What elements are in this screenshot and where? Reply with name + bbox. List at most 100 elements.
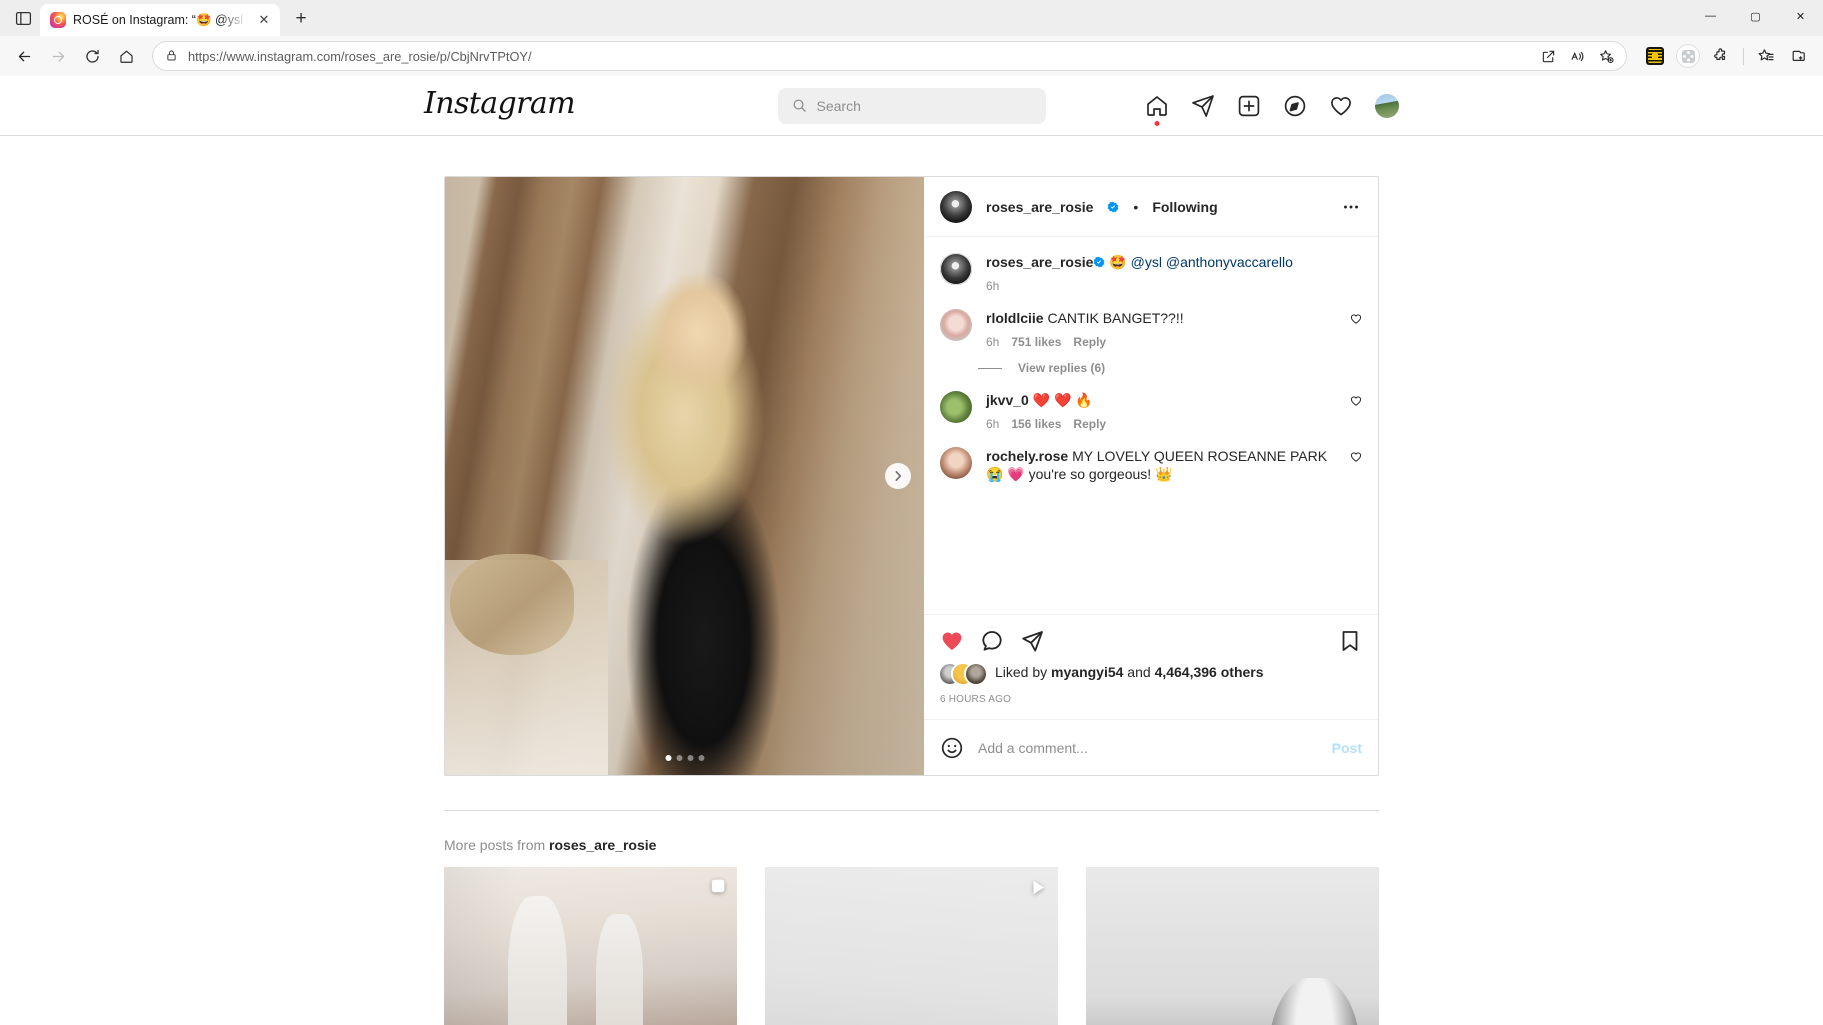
header-separator: • [1133, 198, 1139, 215]
refresh-button[interactable] [76, 40, 108, 72]
more-posts-username[interactable]: roses_are_rosie [549, 837, 656, 853]
back-button[interactable] [8, 40, 40, 72]
verified-badge-icon [1093, 256, 1105, 268]
comment-author-avatar[interactable] [940, 309, 972, 341]
comment-meta: 6h 156 likes Reply [986, 417, 1336, 431]
browser-toolbar: https://www.instagram.com/roses_are_rosi… [0, 36, 1823, 76]
comment-time: 6h [986, 335, 1000, 349]
post-thumbnail[interactable] [1086, 867, 1379, 1025]
comment-likes-count[interactable]: 751 likes [1011, 335, 1061, 349]
tab-title: ROSÉ on Instagram: “🤩 @ysl @ [73, 13, 247, 27]
caption-mention-ysl[interactable]: @ysl [1131, 254, 1162, 270]
tab-search-icon[interactable] [6, 1, 40, 35]
comment-author-avatar[interactable] [940, 391, 972, 423]
comment-username[interactable]: rochely.rose [986, 448, 1068, 464]
post-sidebar: roses_are_rosie • Following roses_are_ro… [924, 177, 1378, 775]
more-posts-section: More posts from roses_are_rosie [444, 810, 1379, 1025]
comment-time: 6h [986, 417, 1000, 431]
post-author-username[interactable]: roses_are_rosie [986, 199, 1093, 215]
post-more-options-button[interactable] [1340, 196, 1362, 218]
comment-likes-count[interactable]: 156 likes [1011, 417, 1061, 431]
window-controls: — ▢ ✕ [1688, 0, 1823, 36]
window-close-button[interactable]: ✕ [1778, 0, 1823, 32]
carousel-dot[interactable] [676, 755, 682, 761]
collections-icon[interactable] [1783, 40, 1815, 72]
save-icon[interactable] [1338, 629, 1362, 653]
browser-tab[interactable]: ROSÉ on Instagram: “🤩 @ysl @ ✕ [40, 4, 280, 36]
post-thumbnail[interactable] [444, 867, 737, 1025]
window-minimize-button[interactable]: — [1688, 0, 1733, 32]
comment-username[interactable]: jkvv_0 [986, 392, 1029, 408]
post-media[interactable] [445, 177, 924, 775]
instagram-nav [1145, 93, 1399, 126]
new-tab-button[interactable]: + [287, 5, 315, 33]
more-posts-grid [444, 867, 1379, 1025]
likes-username[interactable]: myangyi54 [1051, 664, 1123, 680]
explore-icon[interactable] [1283, 94, 1307, 118]
likes-count[interactable]: 4,464,396 others [1155, 664, 1264, 680]
carousel-next-button[interactable] [885, 463, 911, 489]
comment-author-avatar[interactable] [940, 447, 972, 479]
extensions-puzzle-icon[interactable] [1705, 40, 1737, 72]
caption-username[interactable]: roses_are_rosie [986, 254, 1093, 270]
instagram-logo[interactable]: Instagram [424, 88, 576, 123]
thumbnail-image [765, 867, 1058, 1025]
post-thumbnail[interactable] [765, 867, 1058, 1025]
activity-heart-icon[interactable] [1329, 94, 1353, 118]
comment-username[interactable]: rloldlciie [986, 310, 1044, 326]
address-bar[interactable]: https://www.instagram.com/roses_are_rosi… [152, 41, 1627, 71]
like-icon[interactable] [940, 629, 964, 653]
photo-subject-region [574, 260, 824, 775]
comment-reply-button[interactable]: Reply [1073, 335, 1106, 349]
page-content: Instagram Search roses_are_rosie • Follo… [0, 76, 1823, 1025]
comment-body: ❤️ ❤️ 🔥 [1032, 392, 1093, 408]
caption-author-avatar[interactable] [940, 253, 972, 285]
search-icon [793, 99, 806, 112]
thumbnail-image [1086, 867, 1379, 1025]
carousel-dots [665, 755, 704, 761]
favorites-icon[interactable] [1750, 40, 1782, 72]
carousel-dot[interactable] [665, 755, 671, 761]
url-text: https://www.instagram.com/roses_are_rosi… [188, 48, 532, 64]
comment-reply-button[interactable]: Reply [1073, 417, 1106, 431]
add-favorite-icon[interactable] [1592, 43, 1620, 69]
new-post-icon[interactable] [1237, 94, 1261, 118]
likes-summary: Liked by myangyi54 and 4,464,396 others [940, 657, 1362, 684]
post-comment-button[interactable]: Post [1332, 740, 1362, 756]
open-in-app-icon[interactable] [1534, 43, 1562, 69]
carousel-dot[interactable] [698, 755, 704, 761]
carousel-dot[interactable] [687, 755, 693, 761]
more-posts-title: More posts from roses_are_rosie [444, 811, 1379, 867]
list-item: rochely.rose MY LOVELY QUEEN ROSEANNE PA… [940, 447, 1362, 483]
following-button[interactable]: Following [1152, 199, 1217, 215]
extension-circle-icon[interactable] [1672, 40, 1704, 72]
forward-button[interactable] [42, 40, 74, 72]
post-author-avatar[interactable] [940, 190, 972, 223]
caption-mention-anthonyvaccarello[interactable]: @anthonyvaccarello [1166, 254, 1293, 270]
toolbar-divider [1743, 47, 1744, 65]
reel-icon [1028, 878, 1047, 902]
read-aloud-icon[interactable] [1563, 43, 1591, 69]
search-bar[interactable]: Search [777, 87, 1046, 124]
instagram-header: Instagram Search [0, 76, 1823, 136]
profile-avatar[interactable] [1375, 93, 1399, 118]
home-button[interactable] [110, 40, 142, 72]
extension-yellow-icon[interactable] [1639, 40, 1671, 72]
comment-text: rloldlciie CANTIK BANGET??!! [986, 309, 1336, 327]
share-icon[interactable] [1020, 629, 1044, 653]
add-comment-input[interactable] [978, 739, 1318, 756]
comment-body: CANTIK BANGET??!! [1047, 310, 1184, 326]
comment-icon[interactable] [980, 629, 1004, 653]
comment-like-icon[interactable] [1350, 312, 1362, 324]
comment-like-icon[interactable] [1350, 450, 1362, 462]
view-replies-button[interactable]: View replies (6) [1018, 361, 1105, 375]
messenger-icon[interactable] [1191, 94, 1215, 118]
comments-list[interactable]: roses_are_rosie 🤩 @ysl @anthonyvaccarell… [924, 237, 1378, 614]
window-maximize-button[interactable]: ▢ [1733, 0, 1778, 32]
comment-like-icon[interactable] [1350, 394, 1362, 406]
likes-facepile [940, 663, 986, 684]
home-icon[interactable] [1145, 94, 1169, 126]
emoji-picker-icon[interactable] [940, 736, 964, 760]
post-header: roses_are_rosie • Following [924, 177, 1378, 237]
tab-close-icon[interactable]: ✕ [254, 10, 274, 30]
